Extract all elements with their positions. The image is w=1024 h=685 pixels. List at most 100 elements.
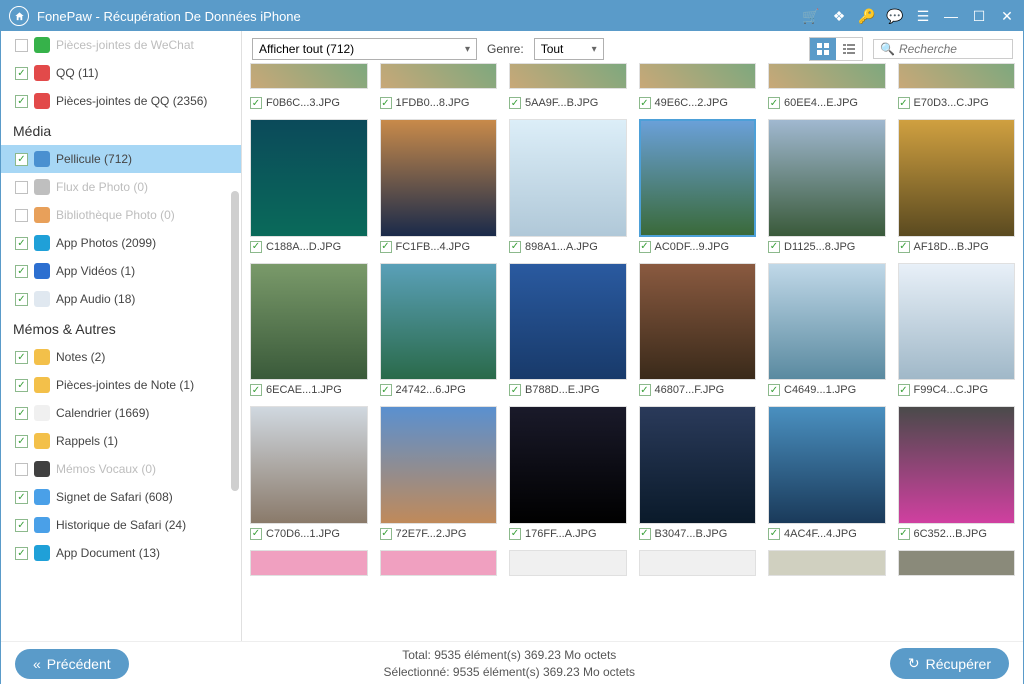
sidebar-scrollbar[interactable] [231, 191, 239, 491]
checkbox-icon[interactable]: ✓ [768, 241, 780, 253]
checkbox-icon[interactable]: ✓ [380, 97, 392, 109]
sidebar-item[interactable]: ✓ Notes (2) [1, 343, 241, 371]
thumbnail[interactable] [509, 406, 627, 524]
checkbox-icon[interactable]: ✓ [15, 491, 28, 504]
home-icon[interactable] [9, 6, 29, 26]
sidebar-item[interactable]: Pièces-jointes de WeChat [1, 31, 241, 59]
checkbox-icon[interactable]: ✓ [639, 528, 651, 540]
checkbox-icon[interactable] [15, 181, 28, 194]
checkbox-icon[interactable]: ✓ [15, 237, 28, 250]
checkbox-icon[interactable]: ✓ [898, 97, 910, 109]
sidebar-item[interactable]: ✓ App Audio (18) [1, 285, 241, 313]
sidebar-item[interactable]: ✓ App Vidéos (1) [1, 257, 241, 285]
thumbnail[interactable] [639, 63, 757, 89]
checkbox-icon[interactable]: ✓ [898, 241, 910, 253]
thumbnail[interactable] [509, 63, 627, 89]
checkbox-icon[interactable]: ✓ [509, 97, 521, 109]
thumbnail[interactable] [250, 263, 368, 381]
checkbox-icon[interactable]: ✓ [250, 528, 262, 540]
thumbnail-cell[interactable]: ✓6ECAE...1.JPG [250, 263, 368, 397]
checkbox-icon[interactable]: ✓ [250, 384, 262, 396]
chat-icon[interactable]: 💬 [887, 8, 903, 24]
checkbox-icon[interactable]: ✓ [250, 97, 262, 109]
sidebar-item[interactable]: ✓ App Photos (2099) [1, 229, 241, 257]
thumbnail[interactable] [898, 550, 1016, 576]
back-button[interactable]: « Précédent [15, 649, 129, 679]
key-icon[interactable]: 🔑 [859, 8, 875, 24]
close-icon[interactable]: ✕ [999, 8, 1015, 24]
sidebar-item[interactable]: ✓ QQ (11) [1, 59, 241, 87]
thumbnail[interactable] [768, 406, 886, 524]
thumbnail-cell[interactable]: ✓AC0DF...9.JPG [639, 119, 757, 253]
thumbnail-cell[interactable]: ✓24742...6.JPG [380, 263, 498, 397]
thumbnail-cell[interactable]: ✓4AC4F...4.JPG [768, 406, 886, 540]
checkbox-icon[interactable]: ✓ [15, 67, 28, 80]
thumbnail[interactable] [639, 550, 757, 576]
thumbnail-cell[interactable]: ✓72E7F...2.JPG [380, 406, 498, 540]
thumbnail[interactable] [380, 550, 498, 576]
checkbox-icon[interactable]: ✓ [15, 153, 28, 166]
thumbnail[interactable] [768, 119, 886, 237]
thumbnail[interactable] [898, 406, 1016, 524]
checkbox-icon[interactable]: ✓ [15, 435, 28, 448]
genre-dropdown[interactable]: Tout ▾ [534, 38, 604, 60]
cart-icon[interactable]: 🛒 [803, 8, 819, 24]
checkbox-icon[interactable]: ✓ [768, 97, 780, 109]
thumbnail-cell[interactable]: ✓B3047...B.JPG [639, 406, 757, 540]
thumbnail[interactable] [509, 550, 627, 576]
thumbnail[interactable] [768, 63, 886, 89]
diamond-icon[interactable]: ❖ [831, 8, 847, 24]
thumbnail[interactable] [768, 550, 886, 576]
thumbnail-cell[interactable]: ✓B788D...E.JPG [509, 263, 627, 397]
sidebar-item[interactable]: ✓ Pellicule (712) [1, 145, 241, 173]
thumbnail-cell[interactable]: ✓C70D6...1.JPG [250, 406, 368, 540]
thumbnail[interactable] [250, 550, 368, 576]
minimize-icon[interactable]: — [943, 8, 959, 24]
checkbox-icon[interactable]: ✓ [15, 95, 28, 108]
checkbox-icon[interactable]: ✓ [639, 384, 651, 396]
thumbnail-cell[interactable]: ✓176FF...A.JPG [509, 406, 627, 540]
checkbox-icon[interactable]: ✓ [15, 519, 28, 532]
checkbox-icon[interactable]: ✓ [380, 384, 392, 396]
grid-view-button[interactable] [810, 38, 836, 60]
sidebar-item[interactable]: ✓ App Document (13) [1, 539, 241, 567]
thumbnail[interactable] [639, 406, 757, 524]
checkbox-icon[interactable]: ✓ [15, 265, 28, 278]
thumbnail[interactable] [898, 119, 1016, 237]
thumbnail[interactable] [639, 263, 757, 381]
checkbox-icon[interactable]: ✓ [15, 351, 28, 364]
thumbnail-cell[interactable]: ✓AF18D...B.JPG [898, 119, 1016, 253]
checkbox-icon[interactable] [15, 209, 28, 222]
checkbox-icon[interactable]: ✓ [509, 528, 521, 540]
checkbox-icon[interactable] [15, 39, 28, 52]
checkbox-icon[interactable]: ✓ [380, 528, 392, 540]
checkbox-icon[interactable]: ✓ [380, 241, 392, 253]
thumbnail-cell[interactable]: ✓C4649...1.JPG [768, 263, 886, 397]
thumbnail-cell[interactable]: ✓C188A...D.JPG [250, 119, 368, 253]
thumbnail[interactable] [380, 263, 498, 381]
thumbnail[interactable] [639, 119, 757, 237]
list-view-button[interactable] [836, 38, 862, 60]
search-box[interactable]: 🔍 [873, 39, 1013, 59]
checkbox-icon[interactable]: ✓ [15, 407, 28, 420]
checkbox-icon[interactable]: ✓ [898, 528, 910, 540]
checkbox-icon[interactable]: ✓ [898, 384, 910, 396]
thumbnail-cell[interactable]: ✓6C352...B.JPG [898, 406, 1016, 540]
sidebar-item[interactable]: Bibliothèque Photo (0) [1, 201, 241, 229]
thumbnail[interactable] [380, 119, 498, 237]
thumbnail-cell[interactable]: ✓898A1...A.JPG [509, 119, 627, 253]
checkbox-icon[interactable]: ✓ [768, 528, 780, 540]
thumbnail[interactable] [250, 119, 368, 237]
sidebar-item[interactable]: ✓ Pièces-jointes de Note (1) [1, 371, 241, 399]
thumbnail-cell[interactable]: ✓FC1FB...4.JPG [380, 119, 498, 253]
filter-dropdown[interactable]: Afficher tout (712) ▾ [252, 38, 477, 60]
thumbnail-cell[interactable]: ✓D1125...8.JPG [768, 119, 886, 253]
maximize-icon[interactable]: ☐ [971, 8, 987, 24]
checkbox-icon[interactable]: ✓ [15, 547, 28, 560]
checkbox-icon[interactable] [15, 463, 28, 476]
sidebar-item[interactable]: ✓ Signet de Safari (608) [1, 483, 241, 511]
sidebar-item[interactable]: ✓ Historique de Safari (24) [1, 511, 241, 539]
thumbnail[interactable] [898, 263, 1016, 381]
checkbox-icon[interactable]: ✓ [639, 97, 651, 109]
sidebar-item[interactable]: ✓ Calendrier (1669) [1, 399, 241, 427]
